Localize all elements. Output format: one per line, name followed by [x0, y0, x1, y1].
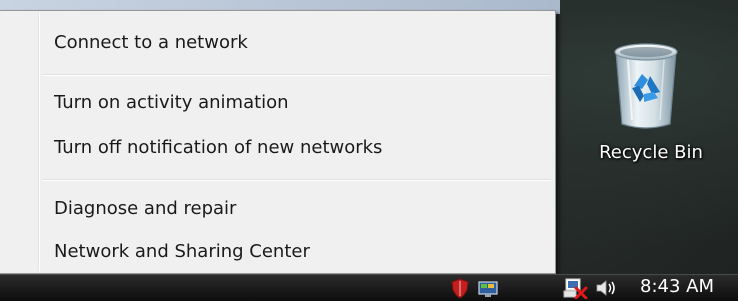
system-tray: 8:43 AM — [438, 275, 738, 301]
volume-icon[interactable] — [594, 277, 618, 299]
menu-item-network-and-sharing-center[interactable]: Network and Sharing Center — [42, 236, 552, 268]
menu-item-connect-to-a-network[interactable]: Connect to a network — [42, 27, 552, 59]
monitor-icon[interactable] — [476, 277, 500, 299]
network-disconnected-icon[interactable] — [562, 277, 592, 299]
desktop: Recycle Bin Connect to a network Turn on… — [0, 0, 738, 301]
menu-separator — [42, 74, 551, 76]
menu-item-diagnose-and-repair[interactable]: Diagnose and repair — [42, 193, 552, 225]
recycle-bin-icon — [614, 43, 678, 129]
network-context-menu: Connect to a network Turn on activity an… — [0, 10, 556, 274]
taskbar: 8:43 AM — [0, 274, 738, 301]
menu-item-turn-off-notification[interactable]: Turn off notification of new networks — [42, 132, 552, 164]
menu-separator — [42, 179, 551, 181]
taskbar-clock[interactable]: 8:43 AM — [640, 274, 714, 300]
security-shield-icon[interactable] — [448, 277, 472, 299]
recycle-bin-label: Recycle Bin — [599, 142, 703, 163]
recycle-bin-shortcut[interactable]: Recycle Bin — [576, 30, 726, 180]
menu-item-turn-on-activity-animation[interactable]: Turn on activity animation — [42, 87, 552, 119]
menu-gutter-divider — [38, 13, 40, 271]
